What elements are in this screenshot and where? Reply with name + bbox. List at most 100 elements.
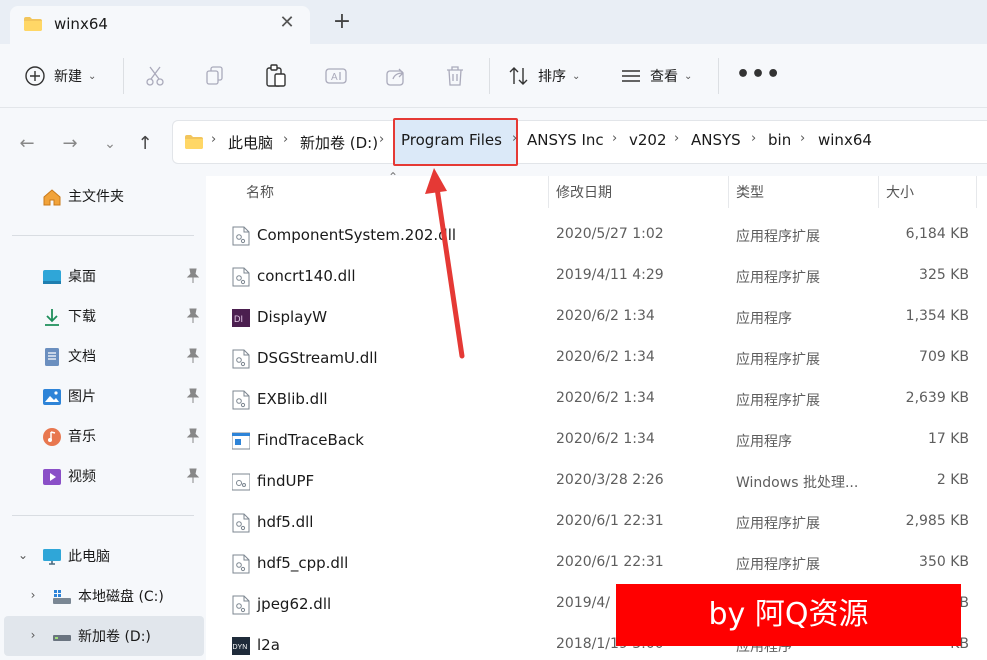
sidebar-item-downloads[interactable]: 下载 [0, 298, 206, 334]
sort-button[interactable]: 排序 ⌄ [508, 62, 580, 90]
table-row[interactable]: findUPF 2020/3/28 2:26 Windows 批处理... 2 KB [206, 462, 987, 503]
view-button[interactable]: 查看 ⌄ [620, 62, 692, 90]
pin-icon[interactable] [186, 388, 200, 404]
copy-button[interactable] [205, 62, 225, 90]
chevron-right-icon[interactable]: › [283, 132, 288, 147]
sort-label: 排序 [538, 69, 566, 85]
folder-icon [24, 17, 42, 31]
chevron-right-icon[interactable]: › [26, 588, 40, 602]
paste-button[interactable] [265, 62, 287, 90]
file-size: 6,184 KB [905, 226, 969, 242]
column-header-date[interactable]: 修改日期 [556, 182, 612, 202]
svg-text:DI: DI [234, 314, 243, 324]
file-type: 应用程序扩展 [736, 516, 820, 532]
recent-chevron-icon[interactable]: ⌄ [98, 132, 122, 156]
delete-button[interactable] [445, 62, 465, 90]
file-name: l2a [257, 636, 280, 654]
file-type: 应用程序扩展 [736, 557, 820, 573]
breadcrumb-v202[interactable]: v202 [629, 131, 667, 149]
table-row[interactable]: DSGStreamU.dll 2020/6/2 1:34 应用程序扩展 709 KB [206, 339, 987, 380]
tab-winx64[interactable]: winx64 ✕ [10, 6, 310, 44]
sidebar-item-desktop[interactable]: 桌面 [0, 258, 206, 294]
file-date: 2020/3/28 2:26 [556, 472, 664, 488]
chevron-right-icon[interactable]: › [800, 131, 805, 146]
close-icon[interactable]: ✕ [276, 12, 298, 34]
column-header-size[interactable]: 大小 [886, 182, 914, 202]
sidebar-item-videos[interactable]: 视频 [0, 458, 206, 494]
up-arrow-icon[interactable]: ↑ [133, 132, 157, 156]
file-date: 2020/6/2 1:34 [556, 349, 655, 365]
table-row[interactable]: concrt140.dll 2019/4/11 4:29 应用程序扩展 325 KB [206, 257, 987, 298]
sidebar-label: 本地磁盘 (C:) [78, 589, 164, 605]
picture-icon [43, 389, 61, 405]
breadcrumb-ansys[interactable]: ANSYS [691, 131, 741, 149]
breadcrumb-this-pc[interactable]: 此电脑 [228, 132, 273, 153]
title-bar: winx64 ✕ + [0, 0, 987, 44]
file-size: 325 KB [919, 267, 969, 283]
sidebar-item-this-pc[interactable]: ⌄ 此电脑 [0, 538, 206, 574]
pin-icon[interactable] [186, 428, 200, 444]
file-name: hdf5_cpp.dll [257, 554, 349, 572]
sidebar-label: 文档 [68, 349, 96, 365]
share-button[interactable] [385, 62, 407, 90]
table-row[interactable]: DI DisplayW 2020/6/2 1:34 应用程序 1,354 KB [206, 298, 987, 339]
new-button[interactable]: 新建 ⌄ [24, 62, 96, 90]
file-date: 2020/6/2 1:34 [556, 390, 655, 406]
pin-icon[interactable] [186, 268, 200, 284]
new-tab-button[interactable]: + [330, 10, 354, 34]
column-header-type[interactable]: 类型 [736, 182, 764, 202]
table-row[interactable]: FindTraceBack 2020/6/2 1:34 应用程序 17 KB [206, 421, 987, 462]
breadcrumb-ansys-inc[interactable]: ANSYS Inc [527, 131, 604, 149]
column-divider[interactable] [878, 176, 879, 208]
forward-arrow-icon[interactable]: → [58, 132, 82, 156]
file-name: findUPF [257, 472, 315, 490]
file-date: 2020/6/2 1:34 [556, 431, 655, 447]
sidebar-item-documents[interactable]: 文档 [0, 338, 206, 374]
pin-icon[interactable] [186, 348, 200, 364]
divider [718, 58, 719, 94]
chevron-right-icon[interactable]: › [26, 628, 40, 642]
sidebar-item-drive-c[interactable]: › 本地磁盘 (C:) [0, 578, 206, 614]
chevron-right-icon[interactable]: › [751, 131, 756, 146]
pin-icon[interactable] [186, 308, 200, 324]
breadcrumb-program-files[interactable]: Program Files [401, 131, 502, 149]
dll-icon [232, 226, 250, 246]
file-name: ComponentSystem.202.dll [257, 226, 457, 244]
sidebar-item-home[interactable]: 主文件夹 [0, 178, 206, 214]
file-date: 2019/4/ [556, 595, 610, 611]
more-options-button[interactable]: ••• [736, 62, 781, 87]
chevron-right-icon[interactable]: › [674, 131, 679, 146]
table-row[interactable]: hdf5_cpp.dll 2020/6/1 22:31 应用程序扩展 350 KB [206, 544, 987, 585]
file-size: 2,985 KB [905, 513, 969, 529]
dll-icon [232, 349, 250, 369]
column-divider[interactable] [548, 176, 549, 208]
rename-button[interactable]: A [325, 62, 347, 90]
breadcrumb-drive-d[interactable]: 新加卷 (D:) [300, 132, 378, 153]
chevron-right-icon[interactable]: › [612, 131, 617, 146]
file-size: 350 KB [919, 554, 969, 570]
breadcrumb-bin[interactable]: bin [768, 131, 791, 149]
sidebar-item-pictures[interactable]: 图片 [0, 378, 206, 414]
sidebar-label: 下载 [68, 309, 96, 325]
back-arrow-icon[interactable]: ← [15, 132, 39, 156]
file-size: 2 KB [936, 472, 969, 488]
column-divider[interactable] [976, 176, 977, 208]
chevron-right-icon[interactable]: › [211, 132, 216, 147]
breadcrumb-winx64[interactable]: winx64 [818, 131, 872, 149]
chevron-right-icon[interactable]: › [512, 131, 517, 146]
desktop-icon [43, 270, 61, 284]
drive-icon [53, 590, 71, 604]
column-header-name[interactable]: 名称 [246, 182, 274, 202]
column-divider[interactable] [728, 176, 729, 208]
pin-icon[interactable] [186, 468, 200, 484]
chevron-down-icon[interactable]: ⌄ [16, 548, 30, 562]
file-type: 应用程序 [736, 311, 792, 327]
table-row[interactable]: EXBlib.dll 2020/6/2 1:34 应用程序扩展 2,639 KB [206, 380, 987, 421]
cut-button[interactable] [145, 62, 165, 90]
view-label: 查看 [650, 69, 678, 85]
table-row[interactable]: hdf5.dll 2020/6/1 22:31 应用程序扩展 2,985 KB [206, 503, 987, 544]
sidebar-item-drive-d[interactable]: › 新加卷 (D:) [4, 616, 204, 656]
table-row[interactable]: ComponentSystem.202.dll 2020/5/27 1:02 应用程… [206, 216, 987, 257]
sidebar-item-music[interactable]: 音乐 [0, 418, 206, 454]
chevron-right-icon[interactable]: › [379, 132, 384, 147]
